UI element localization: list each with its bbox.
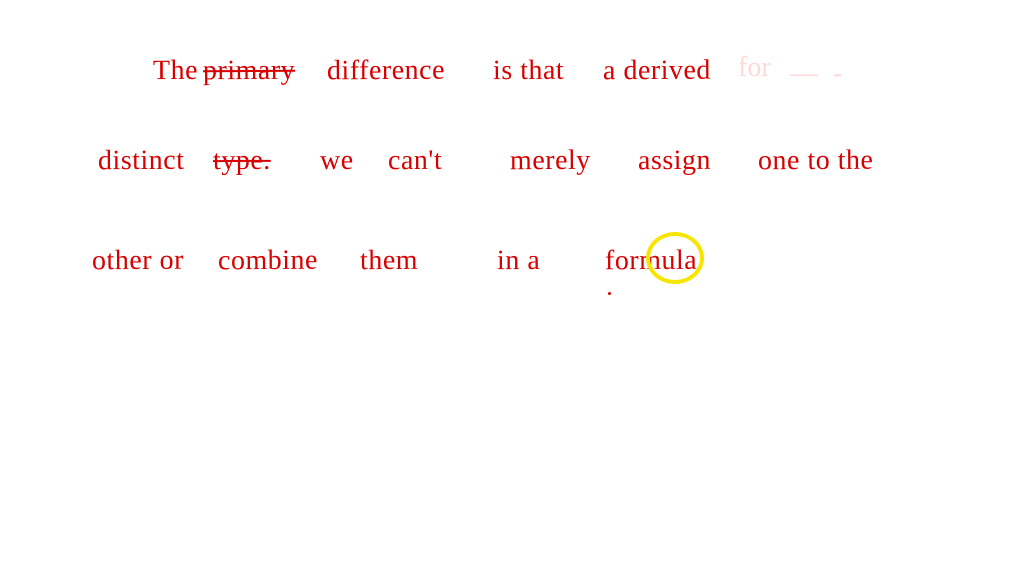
text-cant: can't xyxy=(388,145,442,177)
text-onetothe: one to the xyxy=(758,145,874,178)
text-isthat: is that xyxy=(493,55,564,87)
whiteboard-canvas: { "colors": { "ink": "#d80000", "highlig… xyxy=(0,0,1024,576)
text-ina: in a xyxy=(497,245,540,277)
text-primary: primary xyxy=(203,55,295,87)
text-otheror: other or xyxy=(92,245,184,277)
text-difference: difference xyxy=(327,55,445,88)
text-we: we xyxy=(320,145,354,177)
text-distinct: distinct xyxy=(98,145,185,177)
text-faded-trail: — - xyxy=(790,58,846,90)
text-faded-for: for xyxy=(738,52,771,84)
text-assign: assign xyxy=(638,145,711,177)
text-aderived: a derived xyxy=(603,55,711,88)
text-combine: combine xyxy=(218,245,318,278)
text-them: them xyxy=(360,245,418,277)
text-the: The xyxy=(153,55,198,87)
text-merely: merely xyxy=(510,145,591,177)
text-type: type. xyxy=(213,145,271,177)
ink-dot xyxy=(608,292,611,295)
highlight-circle xyxy=(646,232,704,284)
